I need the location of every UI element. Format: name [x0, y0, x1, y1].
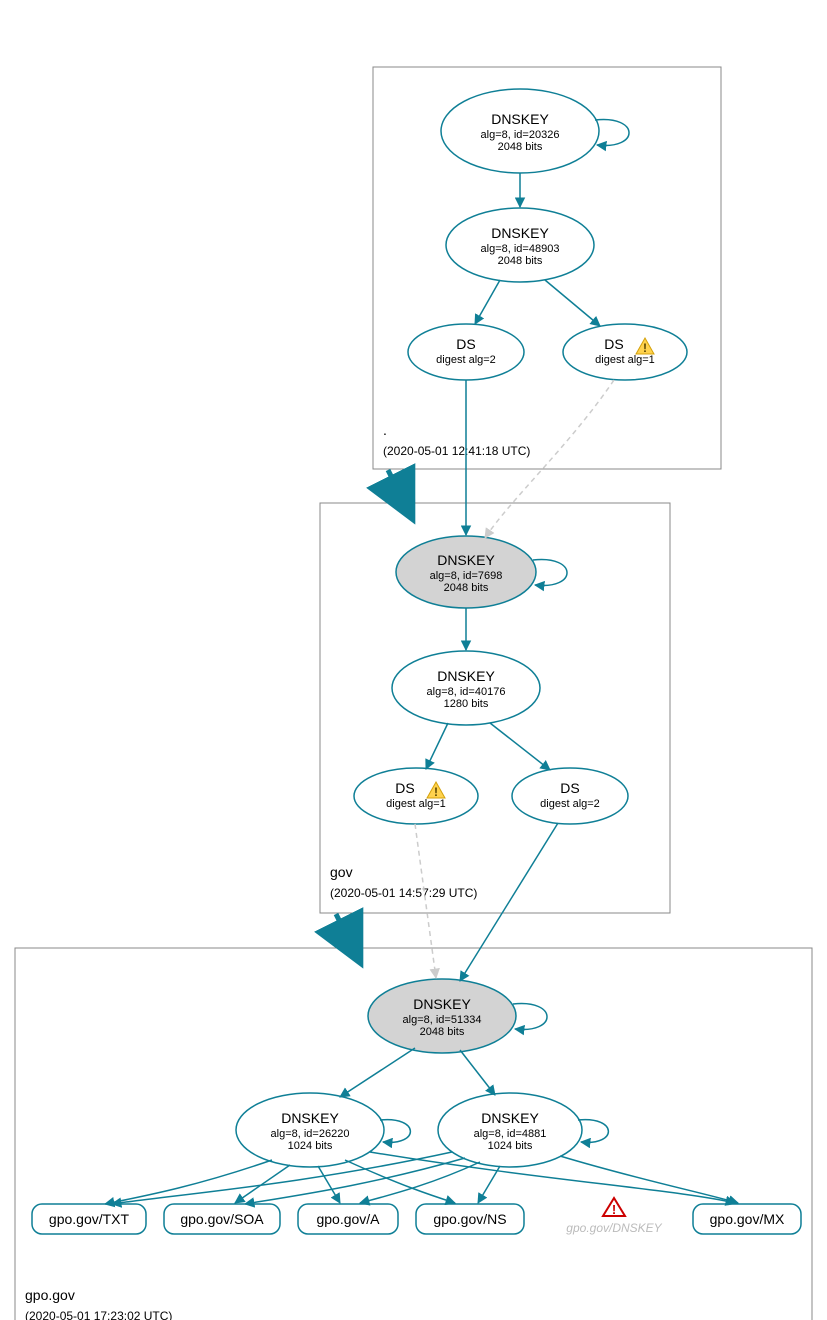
svg-text:gpo.gov/TXT: gpo.gov/TXT [49, 1211, 130, 1227]
svg-text:alg=8, id=51334: alg=8, id=51334 [403, 1014, 482, 1026]
svg-text:DS: DS [395, 780, 414, 796]
self-loop-gov-ksk [533, 560, 567, 586]
edge-zsk1-a [318, 1166, 340, 1203]
svg-text:DS: DS [560, 780, 579, 796]
node-root-ds1: DS ! digest alg=1 [563, 324, 687, 380]
zone-timestamp-gov: (2020-05-01 14:57:29 UTC) [330, 886, 477, 900]
edge-zsk1-txt [105, 1160, 272, 1204]
svg-text:2048 bits: 2048 bits [498, 255, 543, 267]
svg-text:1280 bits: 1280 bits [444, 698, 489, 710]
rr-mx: gpo.gov/MX [693, 1204, 801, 1234]
svg-text:1024 bits: 1024 bits [288, 1140, 333, 1152]
node-gov-zsk: DNSKEY alg=8, id=40176 1280 bits [392, 651, 540, 725]
node-root-ksk: DNSKEY alg=8, id=20326 2048 bits [441, 89, 599, 173]
svg-text:digest alg=2: digest alg=2 [540, 798, 600, 810]
svg-text:digest alg=1: digest alg=1 [386, 798, 446, 810]
delegation-arrow-gov-gpo [336, 914, 351, 944]
node-root-ds2: DS digest alg=2 [408, 324, 524, 380]
edge-root-zsk-ds2 [475, 280, 500, 324]
edge-zsk2-a [360, 1162, 480, 1203]
svg-text:alg=8, id=7698: alg=8, id=7698 [430, 570, 503, 582]
edge-gov-zsk-ds1 [426, 723, 448, 769]
edge-zsk2-ns [478, 1166, 500, 1203]
svg-text:alg=8, id=4881: alg=8, id=4881 [474, 1128, 547, 1140]
node-gov-ksk: DNSKEY alg=8, id=7698 2048 bits [396, 536, 536, 608]
svg-text:alg=8, id=40176: alg=8, id=40176 [427, 686, 506, 698]
svg-text:DNSKEY: DNSKEY [413, 996, 471, 1012]
zone-label-gpo: gpo.gov [25, 1287, 75, 1303]
edge-gov-ds2-gpo-ksk [460, 823, 558, 981]
svg-text:DNSKEY: DNSKEY [481, 1110, 539, 1126]
zone-timestamp-root: (2020-05-01 12:41:18 UTC) [383, 444, 530, 458]
svg-text:alg=8, id=26220: alg=8, id=26220 [271, 1128, 350, 1140]
zone-label-gov: gov [330, 864, 353, 880]
svg-text:2048 bits: 2048 bits [420, 1026, 465, 1038]
zone-label-root: . [383, 422, 387, 438]
svg-text:DNSKEY: DNSKEY [491, 225, 549, 241]
zone-timestamp-gpo: (2020-05-01 17:23:02 UTC) [25, 1309, 172, 1320]
node-root-zsk: DNSKEY alg=8, id=48903 2048 bits [446, 208, 594, 282]
svg-text:gpo.gov/SOA: gpo.gov/SOA [180, 1211, 264, 1227]
svg-text:gpo.gov/DNSKEY: gpo.gov/DNSKEY [566, 1221, 662, 1235]
svg-text:gpo.gov/A: gpo.gov/A [316, 1211, 380, 1227]
svg-text:2048 bits: 2048 bits [498, 141, 543, 153]
svg-text:DS: DS [456, 336, 475, 352]
edge-root-ds1-gov-ksk [485, 380, 614, 538]
svg-text:gpo.gov/NS: gpo.gov/NS [433, 1211, 506, 1227]
edge-gov-ds1-gpo-ksk [415, 824, 436, 978]
svg-text:!: ! [434, 785, 438, 799]
rr-txt: gpo.gov/TXT [32, 1204, 146, 1234]
svg-text:DNSKEY: DNSKEY [281, 1110, 339, 1126]
svg-text:1024 bits: 1024 bits [488, 1140, 533, 1152]
rr-dnskey-bogus: ! gpo.gov/DNSKEY [566, 1198, 662, 1235]
self-loop-root-ksk [595, 120, 629, 146]
edge-zsk1-ns [345, 1160, 455, 1203]
node-gov-ds2: DS digest alg=2 [512, 768, 628, 824]
node-gpo-ksk: DNSKEY alg=8, id=51334 2048 bits [368, 979, 516, 1053]
svg-text:digest alg=2: digest alg=2 [436, 354, 496, 366]
svg-text:DNSKEY: DNSKEY [437, 552, 495, 568]
node-gpo-zsk1: DNSKEY alg=8, id=26220 1024 bits [236, 1093, 384, 1167]
rr-soa: gpo.gov/SOA [164, 1204, 280, 1234]
edge-root-zsk-ds1 [545, 280, 600, 326]
edge-gov-zsk-ds2 [490, 723, 550, 770]
svg-text:alg=8, id=48903: alg=8, id=48903 [481, 243, 560, 255]
rr-ns: gpo.gov/NS [416, 1204, 524, 1234]
edge-gpo-ksk-zsk2 [460, 1050, 495, 1095]
svg-text:!: ! [612, 1202, 616, 1217]
self-loop-gpo-ksk [513, 1004, 547, 1030]
svg-text:2048 bits: 2048 bits [444, 582, 489, 594]
svg-text:gpo.gov/MX: gpo.gov/MX [710, 1211, 785, 1227]
delegation-arrow-root-gov [388, 470, 403, 500]
svg-text:DS: DS [604, 336, 623, 352]
edge-zsk2-mx [560, 1156, 738, 1203]
svg-text:!: ! [643, 341, 647, 355]
svg-text:digest alg=1: digest alg=1 [595, 354, 655, 366]
svg-text:DNSKEY: DNSKEY [437, 668, 495, 684]
error-icon: ! [603, 1198, 625, 1217]
node-gov-ds1: DS ! digest alg=1 [354, 768, 478, 824]
svg-text:alg=8, id=20326: alg=8, id=20326 [481, 129, 560, 141]
rr-a: gpo.gov/A [298, 1204, 398, 1234]
edge-gpo-ksk-zsk1 [340, 1048, 415, 1097]
svg-text:DNSKEY: DNSKEY [491, 111, 549, 127]
